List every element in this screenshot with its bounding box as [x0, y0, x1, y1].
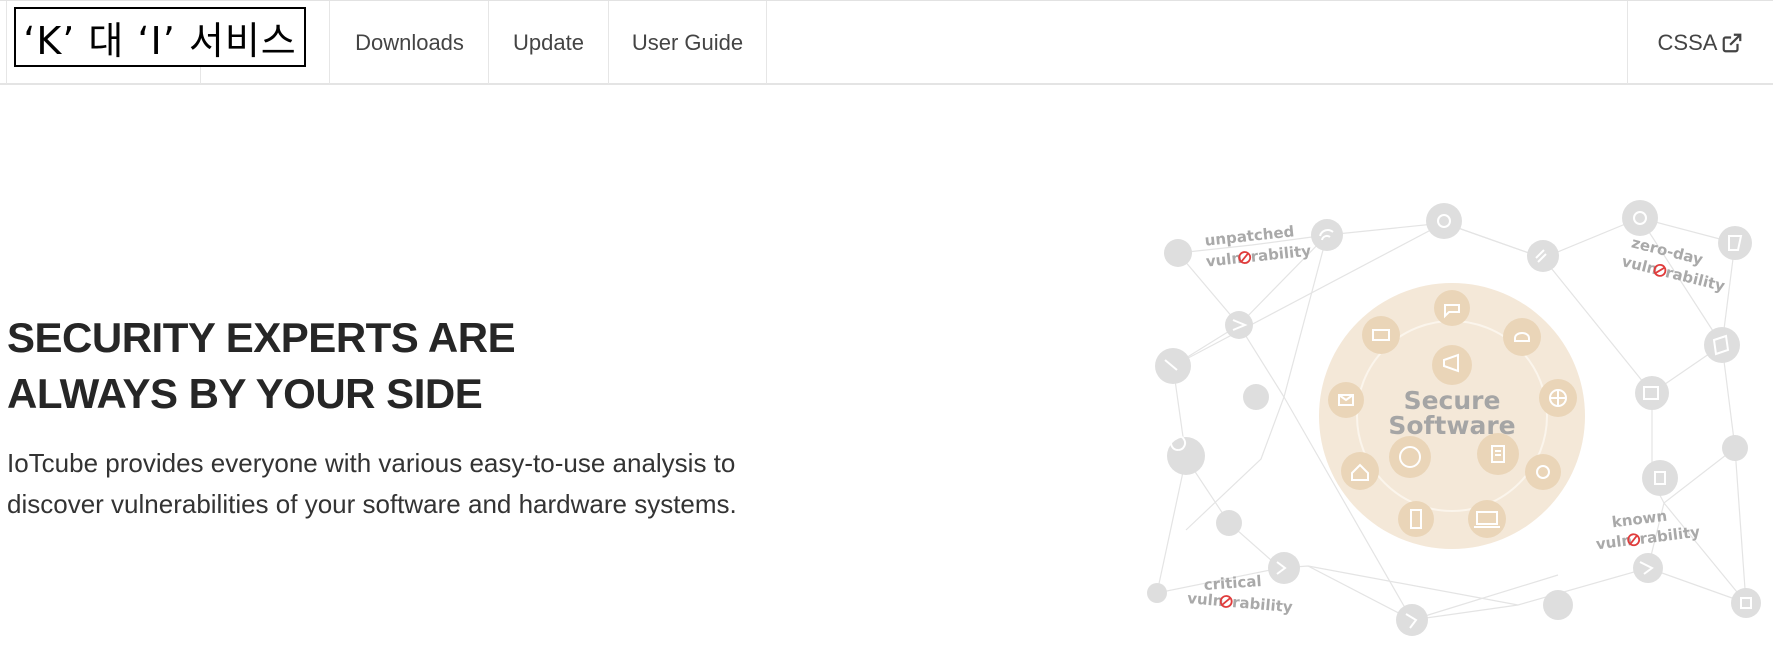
- label-unpatched-vulnerability: unpatched vuln rability: [1204, 222, 1312, 270]
- label-unpatched-post: rability: [1250, 242, 1312, 266]
- hero-description-line-1: IoTcube provides everyone with various e…: [7, 448, 736, 478]
- hero-description: IoTcube provides everyone with various e…: [7, 443, 867, 525]
- nav-update[interactable]: Update: [489, 1, 609, 84]
- label-zeroday-post: rability: [1664, 263, 1727, 295]
- top-navbar: ‘K’ 대 ‘I’ 서비스 Downloads Update User Guid…: [0, 0, 1773, 85]
- nav-user-guide[interactable]: User Guide: [609, 1, 767, 84]
- secure-software-line-2: Software: [1388, 411, 1515, 440]
- label-critical-pre: vuln: [1187, 589, 1225, 610]
- external-link-icon: [1723, 33, 1742, 52]
- nav-cssa-label: CSSA: [1657, 29, 1718, 55]
- label-unpatched-pre: vuln: [1205, 249, 1243, 271]
- nav-cssa-link[interactable]: CSSA: [1627, 1, 1773, 84]
- hero-title-line-2: ALWAYS BY YOUR SIDE: [7, 370, 483, 417]
- label-known-pre: vuln: [1595, 531, 1633, 553]
- hero-description-line-2: discover vulnerabilities of your softwar…: [7, 489, 737, 519]
- label-critical-post: rability: [1231, 593, 1293, 616]
- label-known-vulnerability: known vuln rability: [1595, 507, 1701, 554]
- security-network-illustration: unpatched vuln rability zero-day vuln ra…: [1147, 200, 1761, 636]
- label-zeroday-vulnerability: zero-day vuln rability: [1620, 234, 1727, 296]
- hero-title-line-1: SECURITY EXPERTS ARE: [7, 314, 516, 361]
- hero-title: SECURITY EXPERTS ARE ALWAYS BY YOUR SIDE: [7, 310, 707, 422]
- nav-downloads[interactable]: Downloads: [331, 1, 489, 84]
- brand-logo[interactable]: ‘K’ 대 ‘I’ 서비스: [14, 7, 306, 67]
